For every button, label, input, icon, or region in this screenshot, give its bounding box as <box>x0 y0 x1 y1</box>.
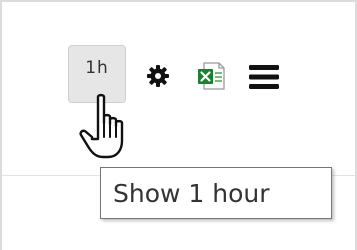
excel-export-icon[interactable] <box>193 58 229 94</box>
hand-pointer-cursor-icon <box>76 93 134 161</box>
time-range-label: 1h <box>85 58 109 78</box>
tooltip-text: Show 1 hour <box>113 178 270 208</box>
tooltip: Show 1 hour <box>100 167 332 219</box>
gear-icon[interactable] <box>146 64 170 88</box>
hamburger-menu-icon[interactable] <box>248 64 280 90</box>
